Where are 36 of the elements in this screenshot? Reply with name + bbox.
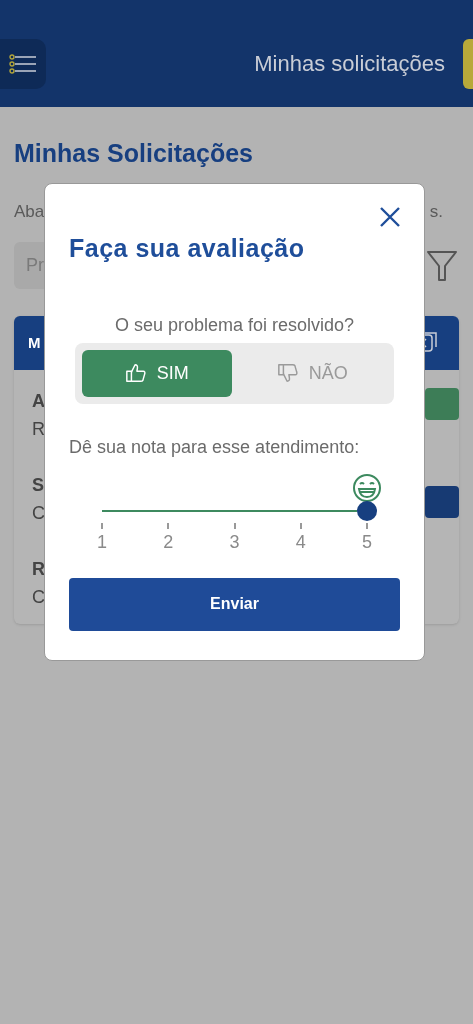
page-title: Minhas Solicitações xyxy=(14,138,254,169)
tick-mark xyxy=(233,522,236,529)
intro-text: Aba xyxy=(14,200,45,223)
list-icon xyxy=(9,53,37,74)
tick-mark xyxy=(167,522,170,529)
submit-button[interactable]: Enviar xyxy=(69,577,400,631)
row-label: R xyxy=(32,558,45,580)
row-value: R xyxy=(32,418,45,440)
card-header-text: M xyxy=(28,332,41,353)
header-title: Minhas solicitações xyxy=(254,50,445,78)
tick-label: 5 xyxy=(362,532,372,551)
thumbs-down-icon xyxy=(276,362,299,384)
slider-thumb[interactable] xyxy=(357,500,377,521)
thumbs-up-icon xyxy=(124,362,147,384)
close-icon[interactable] xyxy=(379,206,401,228)
row-label: A xyxy=(32,390,45,412)
tick-label: 1 xyxy=(97,532,107,551)
tick-label: 3 xyxy=(229,532,240,551)
tick-mark xyxy=(366,522,368,529)
grinning-face-icon xyxy=(352,472,382,503)
rating-label: Dê sua nota para esse atendimento: xyxy=(69,435,361,459)
dialog-title: Faça sua avaliação xyxy=(69,233,306,264)
filter-icon[interactable] xyxy=(426,248,458,283)
row-label: S xyxy=(32,474,45,496)
menu-button[interactable] xyxy=(0,38,46,89)
tick-label: 2 xyxy=(163,532,174,551)
header-tab[interactable] xyxy=(463,38,473,89)
answer-option[interactable]: NÃO xyxy=(237,349,387,397)
row-value: C xyxy=(32,586,45,608)
tick-mark xyxy=(101,522,103,529)
tick-mark xyxy=(299,522,302,529)
tick-label: 4 xyxy=(295,532,306,551)
row-value: C xyxy=(32,502,45,524)
answer-option[interactable]: SIM xyxy=(82,349,232,397)
intro-text-end: s. xyxy=(429,200,443,223)
question-text: O seu problema foi resolvido? xyxy=(113,313,356,337)
